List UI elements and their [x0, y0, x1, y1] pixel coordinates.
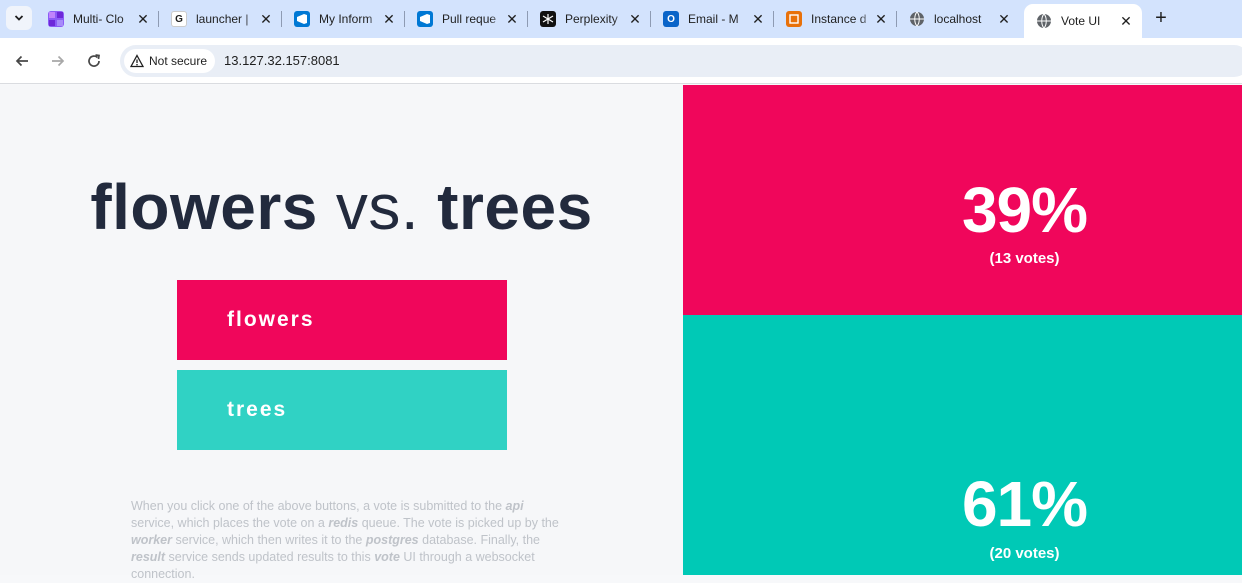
flowers-vote-count: (13 votes)	[989, 250, 1060, 267]
arrow-right-icon	[52, 55, 65, 67]
tab-title: localhost	[934, 12, 982, 26]
tab-strip: Multi- Clo ✕ G launcher | ✕ My Inform ✕ …	[0, 0, 1242, 38]
close-icon[interactable]: ✕	[381, 11, 397, 27]
reload-button[interactable]	[82, 49, 106, 73]
vote-page: flowers vs. trees flowers trees When you c…	[0, 85, 1242, 581]
globe-icon	[1036, 13, 1052, 29]
security-label: Not secure	[149, 54, 208, 68]
info-text-service: api	[505, 499, 524, 513]
tab-title: Vote UI	[1061, 14, 1101, 28]
info-text-part: service, which places the vote on a	[131, 516, 329, 530]
globe-icon	[909, 11, 925, 27]
outlook-icon: O	[663, 11, 679, 27]
back-button[interactable]	[10, 49, 34, 73]
info-text-part: service sends updated results to this	[165, 550, 375, 564]
azure-devops-icon	[294, 11, 310, 27]
arrow-left-icon	[15, 55, 28, 67]
flowers-percent: 39%	[961, 174, 1088, 246]
close-icon[interactable]: ✕	[627, 11, 643, 27]
close-icon[interactable]: ✕	[996, 11, 1012, 27]
voting-panel: flowers vs. trees flowers trees When you c…	[0, 85, 683, 581]
new-tab-button[interactable]: +	[1150, 8, 1172, 30]
vote-flowers-button[interactable]: flowers	[177, 280, 507, 360]
tab-title: Email - M	[688, 12, 739, 26]
vote-trees-button[interactable]: trees	[177, 370, 507, 450]
info-text-service: result	[131, 550, 166, 564]
tab-my-information[interactable]: My Inform ✕	[282, 0, 405, 38]
tab-title: Perplexity	[565, 12, 618, 26]
close-icon[interactable]: ✕	[135, 11, 151, 27]
option-b-title: trees	[437, 171, 593, 243]
multi-cloud-icon	[48, 11, 64, 27]
google-icon: G	[171, 11, 187, 27]
tab-search-button[interactable]	[6, 6, 32, 30]
trees-vote-count: (20 votes)	[989, 545, 1060, 562]
reload-icon	[88, 54, 100, 67]
warning-icon	[130, 54, 144, 68]
info-text-service: postgres	[365, 533, 419, 547]
tab-title: My Inform	[319, 12, 373, 26]
perplexity-icon	[540, 11, 556, 27]
info-text-service: vote	[374, 550, 400, 564]
tab-title: Instance d	[811, 12, 867, 26]
results-panel: 39% (13 votes) 61% (20 votes)	[683, 85, 1242, 575]
close-icon[interactable]: ✕	[504, 11, 520, 27]
trees-result: 61% (20 votes)	[683, 315, 1242, 575]
site-security-chip[interactable]: Not secure	[124, 49, 216, 73]
chevron-down-icon	[14, 15, 24, 21]
close-icon[interactable]: ✕	[258, 11, 274, 27]
browser-toolbar: Not secure 13.127.32.157:8081	[0, 38, 1242, 84]
tab-title: Multi- Clo	[73, 12, 124, 26]
tab-multi-cloud[interactable]: Multi- Clo ✕	[36, 0, 159, 38]
tab-pull-requests[interactable]: Pull reque ✕	[405, 0, 528, 38]
tab-title: Pull reque	[442, 12, 497, 26]
tab-perplexity[interactable]: Perplexity ✕	[528, 0, 651, 38]
option-a-title: flowers	[90, 171, 318, 243]
info-text-part: When you click one of the above buttons,…	[131, 499, 506, 513]
info-text-service: redis	[328, 516, 359, 530]
tab-title: launcher |	[196, 12, 249, 26]
info-text: When you click one of the above buttons,…	[131, 498, 561, 583]
url-text[interactable]: 13.127.32.157:8081	[224, 53, 340, 68]
flowers-result: 39% (13 votes)	[683, 85, 1242, 315]
info-text-part: database. Finally, the	[418, 533, 541, 547]
close-icon[interactable]: ✕	[750, 11, 766, 27]
address-bar[interactable]: Not secure 13.127.32.157:8081	[120, 45, 1242, 77]
tab-vote-ui[interactable]: Vote UI ✕	[1024, 4, 1142, 38]
info-text-part: queue. The vote is picked up by the	[358, 516, 559, 530]
trees-percent: 61%	[961, 468, 1088, 540]
versus-label: vs.	[335, 171, 420, 243]
forward-button[interactable]	[46, 49, 70, 73]
close-icon[interactable]: ✕	[1118, 13, 1134, 29]
azure-devops-icon	[417, 11, 433, 27]
tab-instance[interactable]: Instance d ✕	[774, 0, 897, 38]
page-title: flowers vs. trees	[0, 170, 683, 244]
instance-icon	[786, 11, 802, 27]
tab-email[interactable]: O Email - M ✕	[651, 0, 774, 38]
info-text-service: worker	[131, 533, 172, 547]
close-icon[interactable]: ✕	[873, 11, 889, 27]
tab-launcher[interactable]: G launcher | ✕	[159, 0, 282, 38]
tab-localhost[interactable]: localhost ✕	[897, 0, 1020, 38]
info-text-part: service, which then writes it to the	[172, 533, 366, 547]
